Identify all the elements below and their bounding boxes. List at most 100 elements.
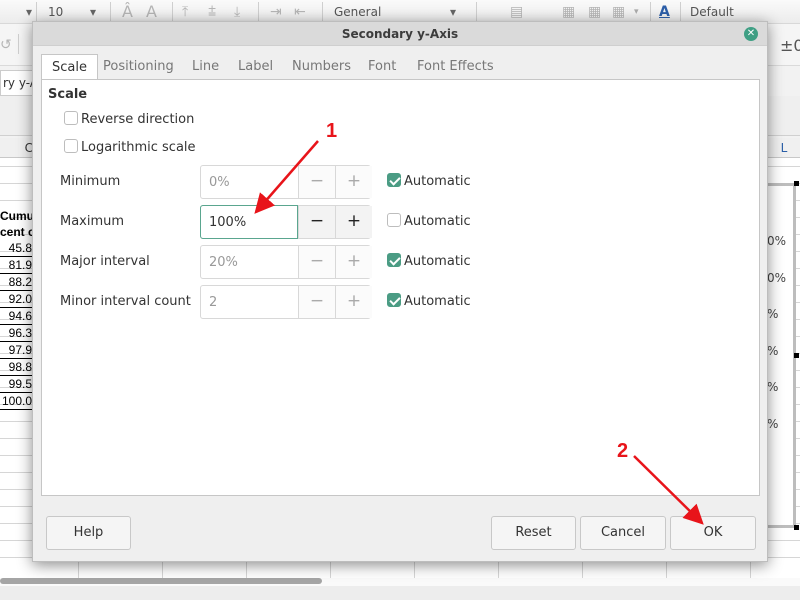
major-interval-automatic-check-box[interactable]	[387, 253, 401, 267]
minor-interval-count-decrement-button[interactable]: −	[298, 286, 335, 318]
reverse-direction-check-box[interactable]	[64, 111, 78, 125]
chart-resize-handle[interactable]	[794, 181, 799, 186]
ok-button[interactable]: OK	[670, 516, 756, 550]
maximum-automatic-checkbox[interactable]: Automatic	[387, 205, 471, 239]
minimum-increment-button[interactable]: +	[335, 166, 372, 198]
number-format-dropdown-arrow[interactable]: ▾	[450, 2, 456, 22]
chart-axis-label: %	[767, 380, 779, 394]
minimum-automatic-check-box[interactable]	[387, 173, 401, 187]
major-interval-increment-button[interactable]: +	[335, 246, 372, 278]
sheet-cell[interactable]: 99.5	[0, 376, 34, 393]
toolbar-separator	[18, 34, 19, 54]
sheet-cell[interactable]: 97.9	[0, 342, 34, 359]
sheet-cell[interactable]: 45.8	[0, 240, 34, 257]
dialog-titlebar[interactable]: Secondary y-Axis ✕	[33, 22, 767, 46]
status-bar	[0, 586, 800, 600]
delta-icon[interactable]: ±0	[780, 36, 800, 56]
cancel-button[interactable]: Cancel	[580, 516, 666, 550]
center-vertically-icon[interactable]: ⩲	[208, 3, 216, 21]
reverse-direction-label: Reverse direction	[81, 112, 195, 127]
maximum-automatic-check-box[interactable]	[387, 213, 401, 227]
chart-resize-handle[interactable]	[794, 353, 799, 358]
minor-interval-count-automatic-checkbox[interactable]: Automatic	[387, 285, 471, 319]
tab-line[interactable]: Line	[192, 54, 219, 79]
minus-icon: −	[309, 171, 325, 191]
tab-label[interactable]: Label	[238, 54, 273, 79]
major-interval-automatic-label: Automatic	[404, 254, 471, 269]
number-format-dropdown[interactable]: General	[334, 2, 381, 22]
toolbar-separator	[322, 2, 323, 22]
minus-icon: −	[309, 251, 325, 271]
tab-numbers[interactable]: Numbers	[292, 54, 351, 79]
tab-font[interactable]: Font	[368, 54, 396, 79]
scale-tab-panel: Scale Reverse direction Logarithmic scal…	[41, 79, 760, 496]
chart-axis-label: %	[767, 307, 779, 321]
reset-button[interactable]: Reset	[491, 516, 576, 550]
minimum-automatic-checkbox[interactable]: Automatic	[387, 165, 471, 199]
tab-positioning[interactable]: Positioning	[103, 54, 174, 79]
align-top-icon[interactable]: ⤒	[182, 3, 188, 21]
font-size-dropdown-arrow[interactable]: ▾	[90, 2, 96, 22]
minimum-input[interactable]	[201, 166, 298, 198]
plus-icon: +	[346, 251, 362, 271]
maximum-label: Maximum	[60, 214, 125, 229]
delete-row-icon[interactable]: ▦	[588, 3, 601, 21]
sheet-cell[interactable]: 98.8	[0, 359, 34, 376]
minor-interval-count-increment-button[interactable]: +	[335, 286, 372, 318]
dialog-title: Secondary y-Axis	[341, 27, 459, 41]
maximum-spinbox: − +	[200, 205, 372, 239]
insert-row-icon[interactable]: ▦	[562, 3, 575, 21]
sheet-cell[interactable]: 94.6	[0, 308, 34, 325]
major-interval-input[interactable]	[201, 246, 298, 278]
minimum-spinbox: − +	[200, 165, 372, 199]
decrease-indent-icon[interactable]: ⇤	[294, 3, 306, 21]
minus-icon: −	[309, 291, 325, 311]
sheet-cell[interactable]: 100.0	[0, 393, 34, 410]
maximum-increment-button[interactable]: +	[335, 206, 372, 238]
minus-icon: −	[309, 211, 325, 231]
close-button[interactable]: ✕	[744, 27, 758, 41]
minor-interval-count-automatic-label: Automatic	[404, 294, 471, 309]
column-header-c[interactable]: C	[0, 138, 36, 158]
increase-indent-icon[interactable]: ⇥	[270, 3, 282, 21]
toolbar-separator	[476, 2, 477, 22]
tab-font-effects[interactable]: Font Effects	[417, 54, 494, 79]
minor-interval-count-input[interactable]	[201, 286, 298, 318]
minimum-decrement-button[interactable]: −	[298, 166, 335, 198]
close-icon: ✕	[746, 28, 756, 39]
sheet-cell[interactable]: 81.9	[0, 257, 34, 274]
sheet-cell[interactable]: 88.2	[0, 274, 34, 291]
maximum-input[interactable]	[200, 205, 298, 239]
toolbar-separator	[680, 2, 681, 22]
tab-scale[interactable]: Scale	[41, 54, 98, 80]
horizontal-scrollbar-thumb[interactable]	[0, 578, 322, 584]
minimum-automatic-label: Automatic	[404, 174, 471, 189]
logarithmic-scale-checkbox[interactable]: Logarithmic scale	[64, 139, 196, 157]
major-interval-automatic-checkbox[interactable]: Automatic	[387, 245, 471, 279]
font-size-field[interactable]: 10	[48, 2, 63, 22]
edit-table-icon[interactable]: ▦	[612, 3, 625, 21]
increase-font-size-icon[interactable]: Â	[122, 3, 133, 21]
toolbar-separator	[36, 2, 37, 22]
sheet-cell[interactable]: 96.3	[0, 325, 34, 342]
column-header-l[interactable]: L	[768, 138, 800, 158]
merge-cells-icon[interactable]: ▤	[510, 3, 523, 21]
sheet-cell[interactable]: 92.0	[0, 291, 34, 308]
reverse-direction-checkbox[interactable]: Reverse direction	[64, 111, 194, 129]
chart-resize-handle[interactable]	[794, 525, 799, 530]
minor-interval-count-automatic-check-box[interactable]	[387, 293, 401, 307]
align-bottom-icon[interactable]: ⤓	[234, 3, 240, 21]
table-dropdown-arrow[interactable]: ▾	[634, 2, 639, 22]
major-interval-decrement-button[interactable]: −	[298, 246, 335, 278]
maximum-decrement-button[interactable]: −	[298, 206, 335, 238]
undo-icon[interactable]: ↺	[0, 36, 12, 54]
logarithmic-scale-check-box[interactable]	[64, 139, 78, 153]
font-name-dropdown-arrow[interactable]: ▾	[0, 2, 32, 22]
minimum-label: Minimum	[60, 174, 121, 189]
plus-icon: +	[346, 291, 362, 311]
decrease-font-size-icon[interactable]: A	[146, 3, 157, 21]
style-name-field[interactable]: Default	[690, 2, 734, 22]
help-button[interactable]: Help	[46, 516, 131, 550]
styles-icon[interactable]: A	[659, 3, 670, 21]
major-interval-spinbox: − +	[200, 245, 372, 279]
